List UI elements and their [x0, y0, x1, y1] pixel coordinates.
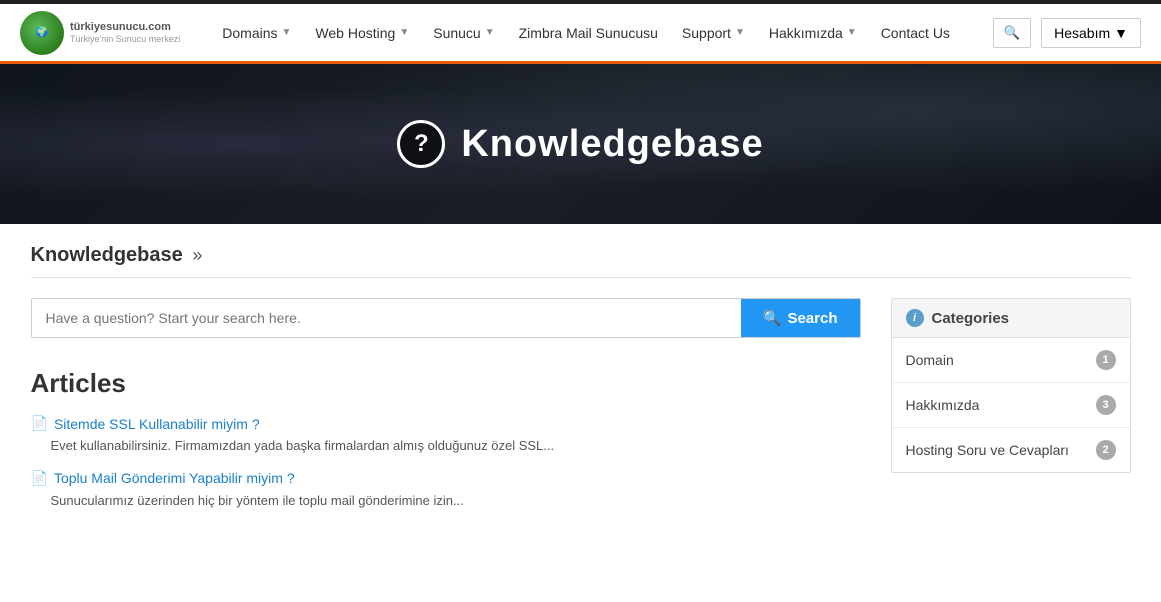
nav-link-domains[interactable]: Domains▼ [210, 3, 303, 63]
document-icon: 📄 [31, 415, 48, 432]
search-icon: 🔍 [763, 309, 782, 327]
category-badge: 1 [1096, 350, 1116, 370]
hero-title: Knowledgebase [461, 123, 763, 166]
right-sidebar: i Categories Domain 1 Hakkımızda 3 Hosti… [891, 298, 1131, 524]
category-item-hosting[interactable]: Hosting Soru ve Cevapları 2 [892, 428, 1130, 472]
article-excerpt-2: Sunucularımız üzerinden hiç bir yöntem i… [31, 491, 861, 511]
search-box: 🔍 Search [31, 298, 861, 338]
navbar: 🌍 türkiyesunucu.com Türkiye'nin Sunucu m… [0, 4, 1161, 64]
list-item: 📄 Sitemde SSL Kullanabilir miyim ? Evet … [31, 415, 861, 456]
info-icon: i [906, 309, 924, 327]
article-link-2[interactable]: 📄 Toplu Mail Gönderimi Yapabilir miyim ? [31, 470, 861, 487]
main-wrapper: Knowledgebase » 🔍 Search Articles 📄 Site… [11, 224, 1151, 544]
category-item-hakkimizda[interactable]: Hakkımızda 3 [892, 383, 1130, 428]
account-button[interactable]: Hesabım ▼ [1041, 18, 1141, 48]
left-column: 🔍 Search Articles 📄 Sitemde SSL Kullanab… [31, 298, 861, 524]
breadcrumb-arrow: » [192, 245, 202, 265]
categories-box: i Categories Domain 1 Hakkımızda 3 Hosti… [891, 298, 1131, 473]
search-nav-button[interactable]: 🔍 [993, 18, 1032, 48]
nav-link-support[interactable]: Support▼ [670, 3, 757, 63]
logo[interactable]: 🌍 türkiyesunucu.com Türkiye'nin Sunucu m… [20, 11, 180, 55]
chevron-down-icon: ▼ [847, 27, 857, 38]
hero-icon: ? [397, 120, 445, 168]
chevron-down-icon: ▼ [282, 27, 292, 38]
nav-link-contact[interactable]: Contact Us [869, 3, 962, 63]
nav-item-contact[interactable]: Contact Us [869, 3, 962, 63]
article-link-1[interactable]: 📄 Sitemde SSL Kullanabilir miyim ? [31, 415, 861, 432]
nav-link-hakkimizda[interactable]: Hakkımızda▼ [757, 3, 869, 63]
article-excerpt-1: Evet kullanabilirsiniz. Firmamızdan yada… [31, 436, 861, 456]
search-button[interactable]: 🔍 Search [741, 299, 860, 337]
category-badge: 2 [1096, 440, 1116, 460]
nav-link-zimbra[interactable]: Zimbra Mail Sunucusu [507, 3, 670, 63]
nav-item-hakkimizda[interactable]: Hakkımızda▼ [757, 3, 869, 63]
logo-text: türkiyesunucu.com Türkiye'nin Sunucu mer… [70, 20, 180, 46]
nav-links: Domains▼ Web Hosting▼ Sunucu▼ Zimbra Mai… [210, 3, 992, 63]
content-row: 🔍 Search Articles 📄 Sitemde SSL Kullanab… [31, 298, 1131, 524]
chevron-down-icon: ▼ [485, 27, 495, 38]
logo-icon: 🌍 [20, 11, 64, 55]
search-input[interactable] [32, 299, 741, 337]
chevron-down-icon: ▼ [399, 27, 409, 38]
nav-item-support[interactable]: Support▼ [670, 3, 757, 63]
nav-item-webhosting[interactable]: Web Hosting▼ [303, 3, 421, 63]
hero-banner: ? Knowledgebase [0, 64, 1161, 224]
articles-title: Articles [31, 368, 861, 399]
document-icon: 📄 [31, 470, 48, 487]
breadcrumb: Knowledgebase » [31, 244, 1131, 278]
nav-item-sunucu[interactable]: Sunucu▼ [421, 3, 506, 63]
nav-item-zimbra[interactable]: Zimbra Mail Sunucusu [507, 3, 670, 63]
nav-right: 🔍 Hesabım ▼ [993, 18, 1142, 48]
categories-header: i Categories [892, 299, 1130, 338]
hero-content: ? Knowledgebase [397, 120, 763, 168]
category-badge: 3 [1096, 395, 1116, 415]
nav-item-domains[interactable]: Domains▼ [210, 3, 303, 63]
nav-link-webhosting[interactable]: Web Hosting▼ [303, 3, 421, 63]
chevron-down-icon: ▼ [735, 27, 745, 38]
category-item-domain[interactable]: Domain 1 [892, 338, 1130, 383]
list-item: 📄 Toplu Mail Gönderimi Yapabilir miyim ?… [31, 470, 861, 511]
chevron-down-icon: ▼ [1114, 25, 1128, 41]
nav-link-sunucu[interactable]: Sunucu▼ [421, 3, 506, 63]
